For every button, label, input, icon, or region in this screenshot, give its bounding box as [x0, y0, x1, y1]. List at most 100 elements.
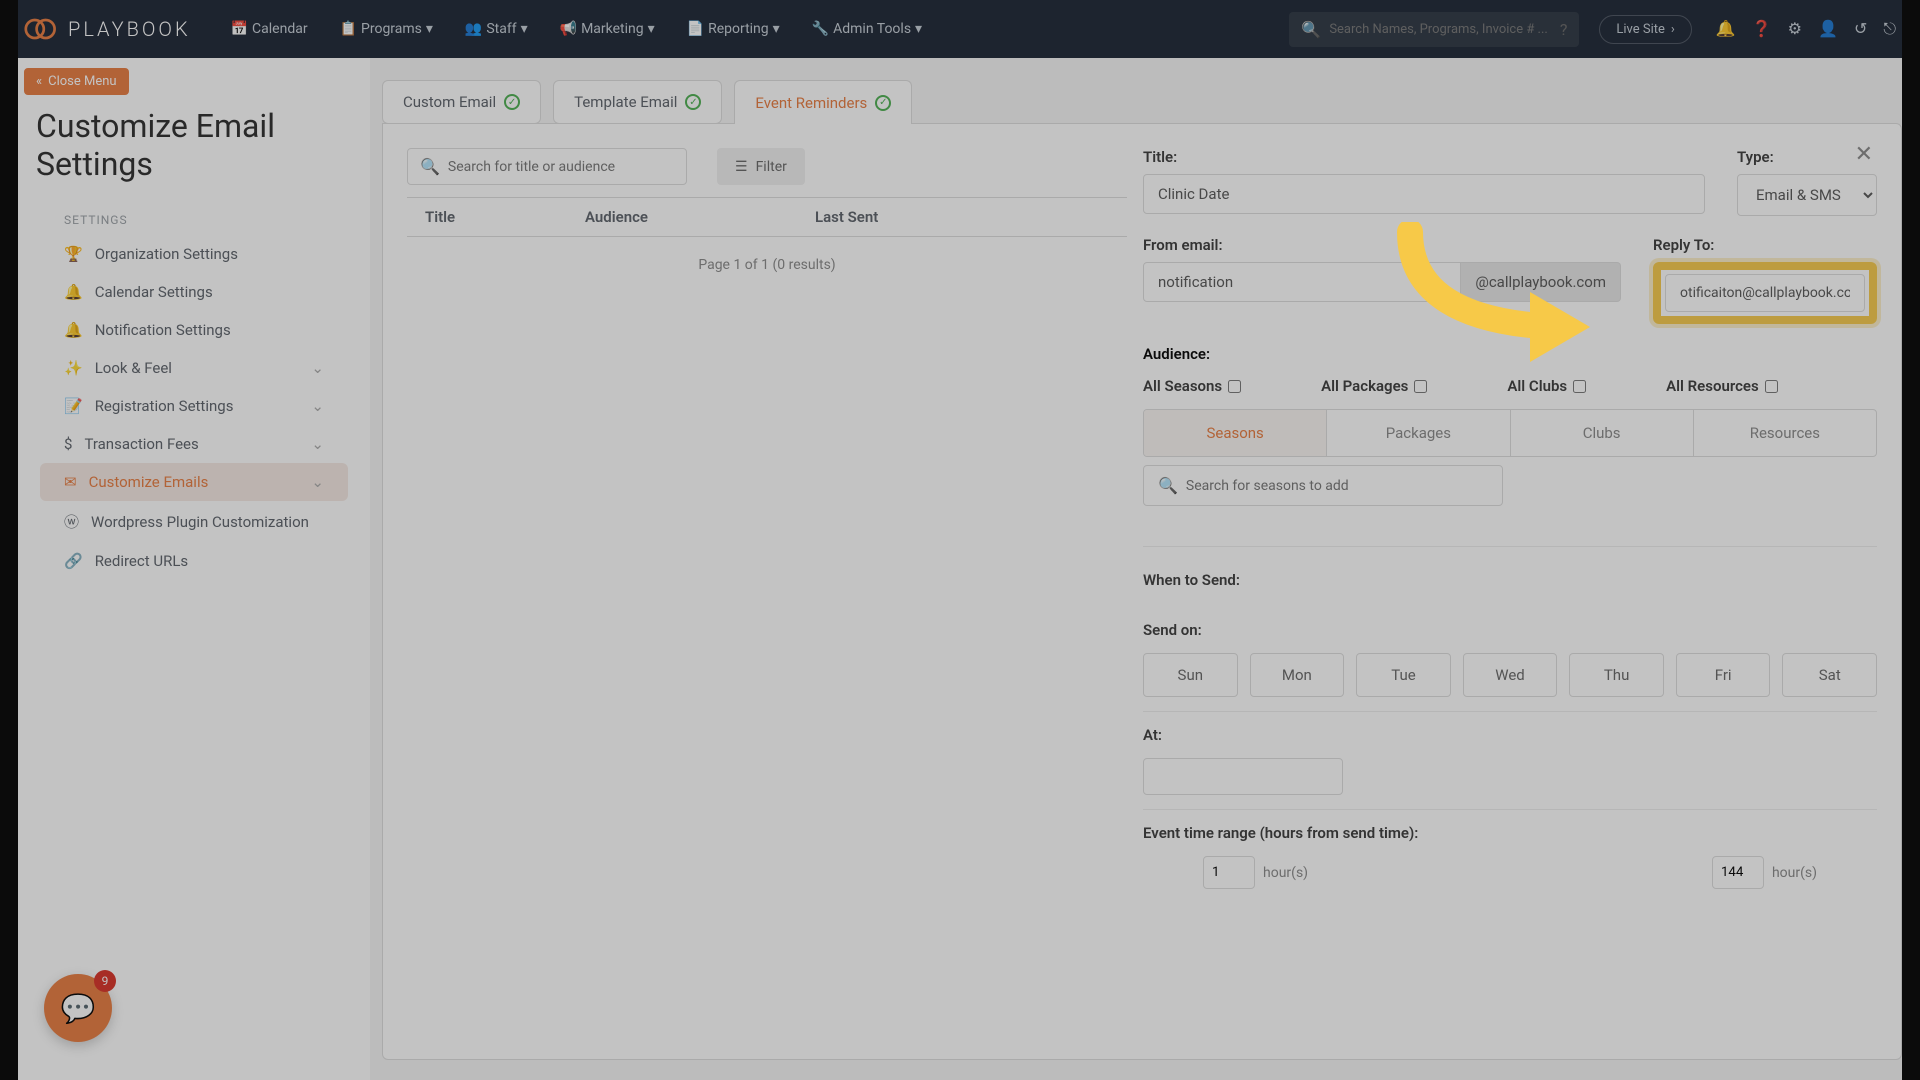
- reminder-form: ✕ Title: Type: Email & SMS From email: @…: [1127, 148, 1877, 1035]
- settings-section-label: SETTINGS: [18, 205, 370, 235]
- form-icon: 📝: [64, 397, 83, 415]
- range-label: Event time range (hours from send time):: [1143, 824, 1877, 842]
- help-circle-icon[interactable]: ❓: [1752, 19, 1772, 39]
- help-icon[interactable]: ?: [1560, 20, 1568, 39]
- all-seasons-check[interactable]: All Seasons: [1143, 377, 1241, 395]
- from-email-label: From email:: [1143, 236, 1621, 254]
- sidebar-item-org[interactable]: 🏆Organization Settings: [18, 235, 370, 273]
- day-sat[interactable]: Sat: [1782, 653, 1877, 697]
- chat-badge: 9: [94, 970, 116, 992]
- day-sun[interactable]: Sun: [1143, 653, 1238, 697]
- page-title: Customize Email Settings: [18, 95, 370, 205]
- main-content: Custom Email✓ Template Email✓ Event Remi…: [382, 58, 1902, 1080]
- nav-calendar[interactable]: 📅Calendar: [219, 13, 320, 45]
- filter-button[interactable]: ☰Filter: [717, 148, 805, 185]
- sidebar-item-fees[interactable]: $Transaction Fees⌄: [18, 425, 370, 463]
- col-audience: Audience: [585, 208, 815, 226]
- send-on-label: Send on:: [1143, 621, 1877, 639]
- tab-event-reminders[interactable]: Event Reminders✓: [734, 80, 912, 124]
- close-icon[interactable]: ✕: [1855, 142, 1873, 167]
- sidebar-item-notification[interactable]: 🔔Notification Settings: [18, 311, 370, 349]
- chevron-down-icon: ⌄: [311, 473, 324, 491]
- all-clubs-check[interactable]: All Clubs: [1507, 377, 1586, 395]
- check-icon: ✓: [685, 94, 701, 110]
- aud-tab-seasons[interactable]: Seasons: [1144, 410, 1327, 456]
- highlight-annotation: [1653, 262, 1877, 324]
- tab-template-email[interactable]: Template Email✓: [553, 80, 722, 124]
- day-fri[interactable]: Fri: [1676, 653, 1771, 697]
- chat-widget[interactable]: 💬 9: [44, 974, 112, 1042]
- top-nav: PLAYBOOK 📅Calendar 📋Programs▾ 👥Staff▾ 📢M…: [0, 0, 1920, 58]
- hours-label: hour(s): [1772, 865, 1817, 881]
- email-tabs: Custom Email✓ Template Email✓ Event Remi…: [382, 58, 1902, 124]
- range-to-input[interactable]: [1712, 856, 1764, 889]
- letterbox-left: [0, 0, 18, 1080]
- history-icon[interactable]: ↺: [1854, 19, 1867, 39]
- sidebar-item-look[interactable]: ✨Look & Feel⌄: [18, 349, 370, 387]
- chevron-down-icon: ⌄: [311, 397, 324, 415]
- pagination-info: Page 1 of 1 (0 results): [407, 237, 1127, 293]
- notifications-icon[interactable]: 🔔: [1716, 19, 1736, 39]
- sidebar: « Close Menu Customize Email Settings SE…: [18, 58, 370, 1080]
- chevron-down-icon: ⌄: [311, 359, 324, 377]
- sidebar-item-redirect[interactable]: 🔗Redirect URLs: [18, 542, 370, 580]
- day-wed[interactable]: Wed: [1463, 653, 1558, 697]
- at-time-input[interactable]: [1143, 758, 1343, 795]
- nav-admin[interactable]: 🔧Admin Tools▾: [800, 13, 934, 45]
- nav-marketing[interactable]: 📢Marketing▾: [548, 13, 667, 45]
- all-resources-check[interactable]: All Resources: [1666, 377, 1778, 395]
- hours-label: hour(s): [1263, 865, 1308, 881]
- range-from-input[interactable]: [1203, 856, 1255, 889]
- day-thu[interactable]: Thu: [1569, 653, 1664, 697]
- aud-tab-resources[interactable]: Resources: [1694, 410, 1876, 456]
- gear-icon[interactable]: ⚙: [1788, 19, 1802, 39]
- search-icon: 🔍: [1158, 476, 1178, 495]
- link-icon: 🔗: [64, 552, 83, 570]
- season-search-input[interactable]: [1186, 478, 1488, 494]
- aud-tab-packages[interactable]: Packages: [1327, 410, 1510, 456]
- nav-programs[interactable]: 📋Programs▾: [328, 13, 445, 45]
- at-label: At:: [1143, 726, 1877, 744]
- day-mon[interactable]: Mon: [1250, 653, 1345, 697]
- sidebar-item-registration[interactable]: 📝Registration Settings⌄: [18, 387, 370, 425]
- reply-to-label: Reply To:: [1653, 236, 1877, 254]
- list-search[interactable]: 🔍: [407, 148, 687, 185]
- add-user-icon[interactable]: 👤: [1818, 19, 1838, 39]
- close-menu-button[interactable]: « Close Menu: [24, 68, 129, 95]
- sidebar-item-wordpress[interactable]: ⓦWordpress Plugin Customization: [18, 501, 370, 542]
- reply-to-input[interactable]: [1665, 274, 1865, 312]
- tab-custom-email[interactable]: Custom Email✓: [382, 80, 541, 124]
- bell-icon: 🔔: [64, 321, 83, 339]
- logout-icon[interactable]: ⎋: [1883, 19, 1896, 39]
- chat-icon: 💬: [61, 992, 96, 1025]
- letterbox-right: [1902, 0, 1920, 1080]
- title-input[interactable]: [1143, 174, 1705, 214]
- sidebar-item-calendar[interactable]: 🔔Calendar Settings: [18, 273, 370, 311]
- audience-label: Audience:: [1143, 345, 1210, 363]
- check-icon: ✓: [875, 95, 891, 111]
- from-email-suffix: @callplaybook.com: [1461, 262, 1621, 302]
- nav-reporting[interactable]: 📄Reporting▾: [675, 13, 792, 45]
- reminder-list: 🔍 ☰Filter Title Audience Last Sent Page …: [407, 148, 1127, 1035]
- live-site-button[interactable]: Live Site›: [1599, 15, 1691, 44]
- logo[interactable]: PLAYBOOK: [24, 11, 191, 47]
- table-header: Title Audience Last Sent: [407, 197, 1127, 237]
- from-email-input[interactable]: [1143, 262, 1461, 302]
- all-packages-check[interactable]: All Packages: [1321, 377, 1427, 395]
- nav-staff[interactable]: 👥Staff▾: [453, 13, 540, 45]
- search-icon: 🔍: [420, 157, 440, 176]
- sidebar-item-customize-emails[interactable]: ✉Customize Emails⌄: [40, 463, 348, 501]
- type-select[interactable]: Email & SMS: [1737, 174, 1877, 216]
- wand-icon: ✨: [64, 359, 83, 377]
- global-search-input[interactable]: [1329, 22, 1552, 37]
- bell-icon: 🔔: [64, 283, 83, 301]
- aud-tab-clubs[interactable]: Clubs: [1511, 410, 1694, 456]
- day-tue[interactable]: Tue: [1356, 653, 1451, 697]
- chevron-down-icon: ⌄: [311, 435, 324, 453]
- logo-icon: [24, 11, 60, 47]
- global-search[interactable]: 🔍 ?: [1289, 12, 1579, 47]
- season-search[interactable]: 🔍: [1143, 465, 1503, 506]
- search-icon: 🔍: [1301, 20, 1321, 39]
- list-search-input[interactable]: [448, 159, 674, 175]
- col-title: Title: [425, 208, 585, 226]
